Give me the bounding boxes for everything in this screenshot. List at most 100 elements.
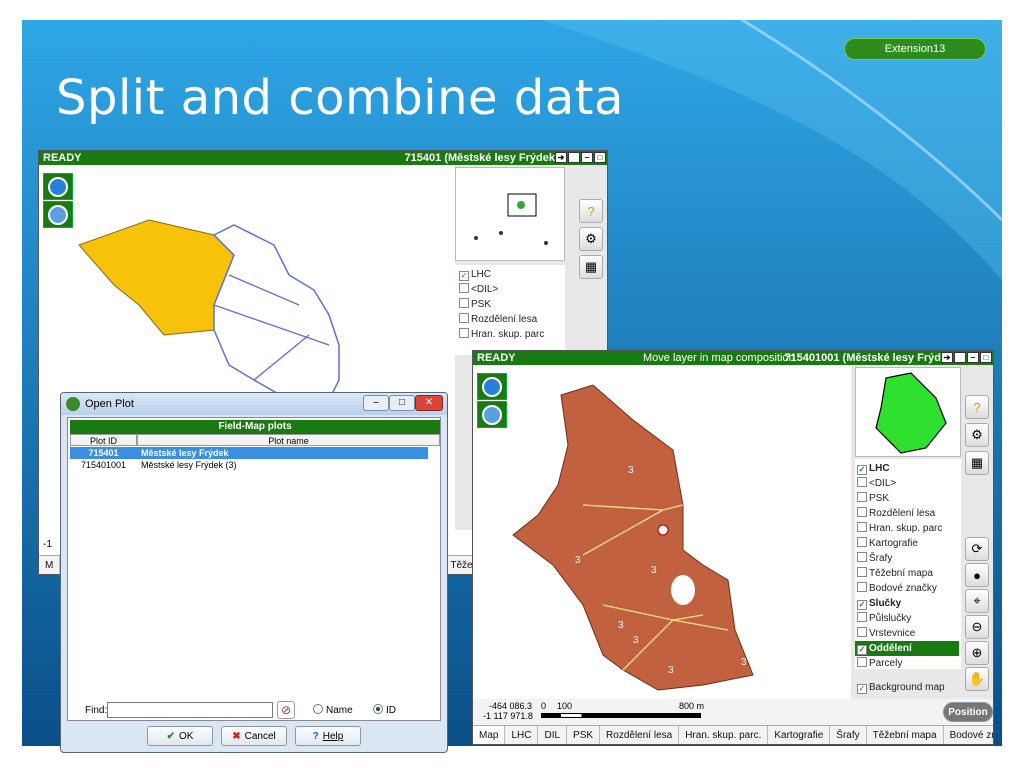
layer-row[interactable]: ✓ LHC [459, 267, 491, 282]
layer-checkbox[interactable] [857, 657, 867, 667]
zoom-out-icon[interactable]: ⊖ [965, 615, 989, 639]
layer-row[interactable]: ✓ Slučky [857, 596, 901, 611]
layer-checkbox[interactable] [857, 537, 867, 547]
radio-name-circle[interactable] [313, 704, 323, 714]
layer-row[interactable]: Rozdělení lesa [857, 506, 935, 521]
window1-maximize-button[interactable]: □ [594, 152, 606, 163]
tab-kartografie[interactable]: Kartografie [768, 726, 831, 744]
layer-row[interactable]: <DIL> [857, 476, 896, 491]
cancel-button[interactable]: ✖ Cancel [221, 726, 287, 746]
table-row[interactable]: 715401001 Městské lesy Frýdek (3) [70, 459, 428, 471]
background-map-toggle[interactable]: ✓ Background map [857, 680, 945, 695]
window1-tab-partial[interactable]: M [39, 556, 61, 574]
window2-arrow-button[interactable]: ➔ [941, 352, 953, 363]
layer-checkbox[interactable] [459, 313, 469, 323]
layer-checkbox[interactable] [857, 612, 867, 622]
dialog-close-button[interactable]: ✕ [415, 395, 443, 411]
plots-header: Field-Map plots [70, 420, 440, 434]
ok-button[interactable]: ✔ OK [147, 726, 213, 746]
tab-bodove-znacky[interactable]: Bodové znač [944, 726, 993, 744]
layer-row[interactable]: ✓ LHC [857, 461, 890, 476]
tab-lhc[interactable]: LHC [505, 726, 539, 744]
layer-checkbox[interactable]: ✓ [459, 271, 469, 281]
layer-row[interactable]: Rozdělení lesa [459, 312, 537, 327]
layer-row[interactable]: Vrstevnice [857, 626, 915, 641]
layer-row[interactable]: Hran. skup. parc [459, 327, 544, 342]
layer-row[interactable]: PSK [857, 491, 889, 506]
tab-rozdeleni-lesa[interactable]: Rozdělení lesa [600, 726, 680, 744]
help-icon[interactable]: ? [965, 395, 989, 419]
table-icon[interactable]: ▦ [579, 255, 603, 279]
layer-row[interactable]: Kartografie [857, 536, 918, 551]
radio-name[interactable]: Name [313, 704, 353, 716]
scale-mid: 100 [557, 701, 573, 711]
layer-row[interactable]: <DIL> [459, 282, 498, 297]
plot-name-cell: Městské lesy Frýdek (3) [141, 460, 237, 470]
settings-icon[interactable]: ⚙ [579, 227, 603, 251]
tab-srafy[interactable]: Šrafy [830, 726, 867, 744]
globe-icon[interactable]: ● [965, 563, 989, 587]
tab-dil[interactable]: DIL [538, 726, 568, 744]
layer-checkbox[interactable] [459, 283, 469, 293]
layer-checkbox[interactable] [857, 552, 867, 562]
window2-map-canvas[interactable]: 3 3 3 3 3 3 3 [473, 365, 851, 699]
col-header-plot-id[interactable]: Plot ID [70, 434, 137, 446]
window1-arrow-button[interactable]: ➔ [555, 152, 567, 163]
window2-restore-button[interactable] [954, 352, 966, 363]
zoom-in-icon[interactable]: ⊕ [965, 641, 989, 665]
tab-psk[interactable]: PSK [567, 726, 601, 744]
tab-tezebni-mapa[interactable]: Těžební mapa [867, 726, 944, 744]
layer-checkbox[interactable] [857, 507, 867, 517]
dialog-maximize-button[interactable]: □ [389, 395, 415, 411]
help-icon[interactable]: ? [579, 199, 603, 223]
window1-restore-button[interactable] [568, 152, 580, 163]
layer-checkbox[interactable] [857, 627, 867, 637]
scale-end: 800 m [679, 701, 705, 711]
layer-checkbox[interactable] [857, 582, 867, 592]
table-icon[interactable]: ▦ [965, 451, 989, 475]
pan-hand-icon[interactable]: ✋ [965, 667, 989, 691]
refresh-icon[interactable]: ⟳ [965, 537, 989, 561]
radio-id[interactable]: ID [373, 704, 396, 716]
window2-title: 715401001 (Městské lesy Frýd [784, 352, 941, 364]
extent-icon[interactable]: ⌖ [965, 589, 989, 613]
layer-row[interactable]: Šrafy [857, 551, 892, 566]
layer-checkbox[interactable]: ✓ [857, 645, 867, 655]
tab-map[interactable]: Map [473, 726, 506, 744]
radio-id-circle[interactable] [373, 704, 383, 714]
layer-row[interactable]: Bodové značky [857, 581, 937, 596]
window2-maximize-button[interactable]: □ [980, 352, 992, 363]
help-button[interactable]: ? Help [295, 726, 361, 746]
dialog-titlebar: Open Plot – □ ✕ [61, 393, 447, 415]
layer-checkbox[interactable]: ✓ [857, 465, 867, 475]
layer-checkbox[interactable] [857, 477, 867, 487]
layer-row[interactable]: Hran. skup. parc [857, 521, 942, 536]
layer-checkbox[interactable] [459, 298, 469, 308]
layer-checkbox[interactable]: ✓ [857, 600, 867, 610]
layer-checkbox[interactable] [857, 492, 867, 502]
layer-checkbox[interactable] [459, 328, 469, 338]
layer-row[interactable]: Těžební mapa [857, 566, 933, 581]
layer-row[interactable]: Parcely [857, 656, 902, 669]
layer-checkbox[interactable] [857, 567, 867, 577]
layer-label: Vrstevnice [869, 628, 916, 639]
position-button[interactable]: Position [943, 702, 993, 722]
table-row[interactable]: 715401 Městské lesy Frýdek [70, 447, 428, 459]
background-map-checkbox[interactable]: ✓ [857, 684, 867, 694]
layer-checkbox[interactable] [857, 522, 867, 532]
col-header-plot-name[interactable]: Plot name [137, 434, 440, 446]
layer-row[interactable]: Půlslučky [857, 611, 911, 626]
dialog-minimize-button[interactable]: – [363, 395, 389, 411]
settings-icon[interactable]: ⚙ [965, 423, 989, 447]
map-window-2: READY Move layer in map composition 7154… [472, 350, 994, 745]
layer-row-selected[interactable]: ✓ Oddělení [855, 641, 959, 656]
window2-overview-drawing [875, 372, 947, 454]
find-input[interactable] [107, 702, 273, 718]
tab-hran-skup-parc[interactable]: Hran. skup. parc. [679, 726, 769, 744]
window2-minimize-button[interactable]: – [967, 352, 979, 363]
plot-name-cell: Městské lesy Frýdek [141, 448, 229, 458]
window1-minimize-button[interactable]: – [581, 152, 593, 163]
window2-layer-list: ✓ LHC <DIL> PSK Rozdělení lesa Hran. skup… [855, 459, 961, 669]
find-clear-icon[interactable]: ⊘ [277, 701, 295, 719]
layer-row[interactable]: PSK [459, 297, 491, 312]
